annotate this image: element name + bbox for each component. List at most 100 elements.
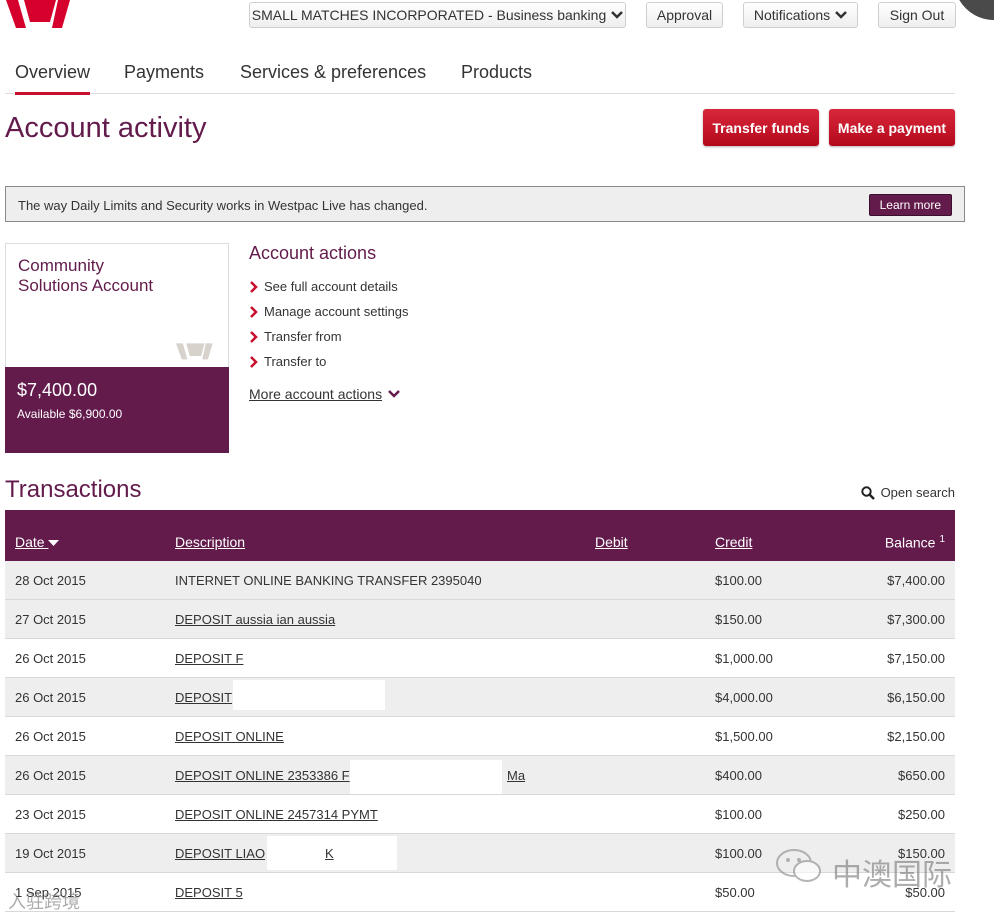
- column-date-label: Date: [15, 534, 45, 550]
- chevron-right-icon: [250, 330, 258, 343]
- row-date: 26 Oct 2015: [15, 651, 86, 666]
- table-row: 28 Oct 2015 INTERNET ONLINE BANKING TRAN…: [5, 561, 955, 600]
- watermark-left: 入驻跨境: [8, 888, 80, 914]
- table-row: 23 Oct 2015 DEPOSIT ONLINE 2457314 PYMT …: [5, 795, 955, 834]
- account-balance-panel: $7,400.00 Available $6,900.00: [5, 367, 229, 453]
- westpac-logo[interactable]: [6, 0, 76, 30]
- action-label: Transfer from: [264, 329, 342, 344]
- business-select[interactable]: SMALL MATCHES INCORPORATED - Business ba…: [249, 2, 626, 28]
- row-date: 23 Oct 2015: [15, 807, 86, 822]
- tab-overview[interactable]: Overview: [15, 62, 91, 95]
- row-date: 19 Oct 2015: [15, 846, 86, 861]
- account-available: Available $6,900.00: [17, 407, 123, 421]
- row-balance: $6,150.00: [887, 690, 945, 705]
- row-balance: $7,300.00: [887, 612, 945, 627]
- search-icon: [860, 485, 875, 500]
- watermark-right: 中澳国际: [774, 846, 974, 892]
- page-title: Account activity: [5, 112, 207, 144]
- table-row: 26 Oct 2015 DEPOSIT ONLINE $1,500.00 $2,…: [5, 717, 955, 756]
- watermark-right-text: 中澳国际: [832, 859, 952, 892]
- row-description-tail[interactable]: Ma: [507, 768, 525, 783]
- approval-label: Approval: [656, 7, 713, 23]
- tab-products[interactable]: Products: [461, 62, 532, 83]
- column-debit[interactable]: Debit: [595, 534, 628, 550]
- business-select-label: SMALL MATCHES INCORPORATED - Business ba…: [251, 7, 607, 23]
- approval-button[interactable]: Approval: [646, 2, 723, 28]
- row-credit: $1,000.00: [715, 651, 773, 666]
- row-description-link[interactable]: DEPOSIT aussia ian aussia: [175, 612, 335, 627]
- chevron-right-icon: [250, 305, 258, 318]
- row-description-link[interactable]: DEPOSIT ONLINE 2457314 PYMT: [175, 807, 378, 822]
- chevron-down-icon: [388, 390, 400, 398]
- column-date[interactable]: Date: [15, 534, 60, 550]
- row-credit: $100.00: [715, 807, 762, 822]
- balance-footnote[interactable]: 1: [939, 534, 945, 545]
- main-tabs: Overview Payments Services & preferences…: [5, 56, 955, 95]
- column-credit[interactable]: Credit: [715, 534, 752, 550]
- sort-down-icon: [48, 540, 60, 547]
- action-label: Transfer to: [264, 354, 327, 369]
- action-label: See full account details: [264, 279, 398, 294]
- table-row: 27 Oct 2015 DEPOSIT aussia ian aussia $1…: [5, 600, 955, 639]
- row-credit: $100.00: [715, 573, 762, 588]
- redaction: [233, 680, 385, 710]
- row-date: 27 Oct 2015: [15, 612, 86, 627]
- chevron-down-icon: [835, 11, 848, 19]
- row-credit: $4,000.00: [715, 690, 773, 705]
- tab-services-preferences[interactable]: Services & preferences: [240, 62, 426, 83]
- row-balance: $7,150.00: [887, 651, 945, 666]
- column-description[interactable]: Description: [175, 534, 245, 550]
- row-credit: $400.00: [715, 768, 762, 783]
- corner-badge: [954, 0, 994, 20]
- row-date: 26 Oct 2015: [15, 690, 86, 705]
- row-description-link[interactable]: DEPOSIT 5: [175, 885, 243, 900]
- row-description-link[interactable]: DEPOSIT F: [175, 651, 243, 666]
- row-description-link[interactable]: DEPOSIT LIAO: [175, 846, 265, 861]
- row-description-link[interactable]: DEPOSIT: [175, 690, 232, 705]
- action-manage-account-settings[interactable]: Manage account settings: [249, 304, 409, 319]
- table-row: 26 Oct 2015 DEPOSIT F $1,000.00 $7,150.0…: [5, 639, 955, 678]
- account-card[interactable]: Community Solutions Account $7,400.00 Av…: [5, 243, 229, 453]
- table-row: 26 Oct 2015 DEPOSIT ONLINE 2353386 F Ma …: [5, 756, 955, 795]
- row-balance: $250.00: [898, 807, 945, 822]
- open-search-label: Open search: [880, 485, 955, 500]
- notifications-label: Notifications: [753, 7, 831, 23]
- chevron-right-icon: [250, 280, 258, 293]
- column-balance: Balance 1: [885, 534, 945, 551]
- action-label: Manage account settings: [264, 304, 409, 319]
- row-credit: $150.00: [715, 612, 762, 627]
- make-payment-button[interactable]: Make a payment: [829, 109, 955, 146]
- row-credit: $100.00: [715, 846, 762, 861]
- open-search-link[interactable]: Open search: [860, 485, 955, 500]
- row-date: 26 Oct 2015: [15, 729, 86, 744]
- account-name: Community Solutions Account: [18, 256, 154, 295]
- notice-banner: The way Daily Limits and Security works …: [5, 186, 965, 222]
- tab-payments[interactable]: Payments: [124, 62, 204, 83]
- wechat-icon: [776, 849, 821, 882]
- account-actions-title: Account actions: [249, 243, 377, 263]
- watermark-left-text: 入驻跨境: [8, 892, 80, 912]
- chevron-down-icon: [611, 11, 624, 19]
- column-balance-label: Balance: [884, 534, 936, 551]
- action-transfer-to[interactable]: Transfer to: [249, 354, 326, 369]
- action-transfer-from[interactable]: Transfer from: [249, 329, 342, 344]
- row-date: 28 Oct 2015: [15, 573, 86, 588]
- row-balance: $650.00: [898, 768, 945, 783]
- westpac-logo-watermark: [176, 343, 213, 360]
- sign-out-button[interactable]: Sign Out: [878, 2, 956, 28]
- row-balance: $7,400.00: [887, 573, 945, 588]
- notifications-button[interactable]: Notifications: [743, 2, 858, 28]
- action-see-full-account-details[interactable]: See full account details: [249, 279, 398, 294]
- row-description-tail[interactable]: K: [325, 846, 334, 861]
- table-row: 26 Oct 2015 DEPOSIT $4,000.00 $6,150.00: [5, 678, 955, 717]
- transactions-table-header: Date Description Debit Credit Balance 1: [5, 510, 955, 561]
- more-account-actions-link[interactable]: More account actions: [249, 386, 400, 402]
- row-credit: $1,500.00: [715, 729, 773, 744]
- row-description-link[interactable]: DEPOSIT ONLINE: [175, 729, 284, 744]
- sign-out-label: Sign Out: [889, 7, 945, 23]
- learn-more-button[interactable]: Learn more: [868, 194, 952, 216]
- row-description-link[interactable]: DEPOSIT ONLINE 2353386 F: [175, 768, 350, 783]
- row-date: 26 Oct 2015: [15, 768, 86, 783]
- transfer-funds-button[interactable]: Transfer funds: [703, 109, 819, 146]
- row-description: INTERNET ONLINE BANKING TRANSFER 2395040: [175, 573, 482, 588]
